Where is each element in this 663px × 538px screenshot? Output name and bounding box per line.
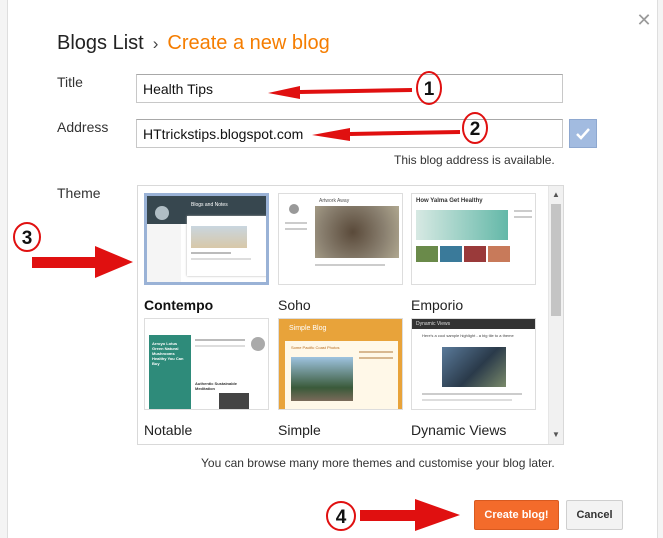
annotation-number: 4 (336, 507, 347, 528)
tutorial-annotations: 1 2 3 4 (13, 71, 488, 531)
annotation-number: 1 (424, 79, 435, 100)
annotation-number: 3 (22, 228, 33, 249)
right-arrow-icon (268, 86, 413, 99)
right-arrow-icon (32, 246, 133, 278)
annotation-number: 2 (470, 119, 481, 140)
right-arrow-icon (312, 128, 461, 141)
right-arrow-icon (360, 499, 460, 531)
